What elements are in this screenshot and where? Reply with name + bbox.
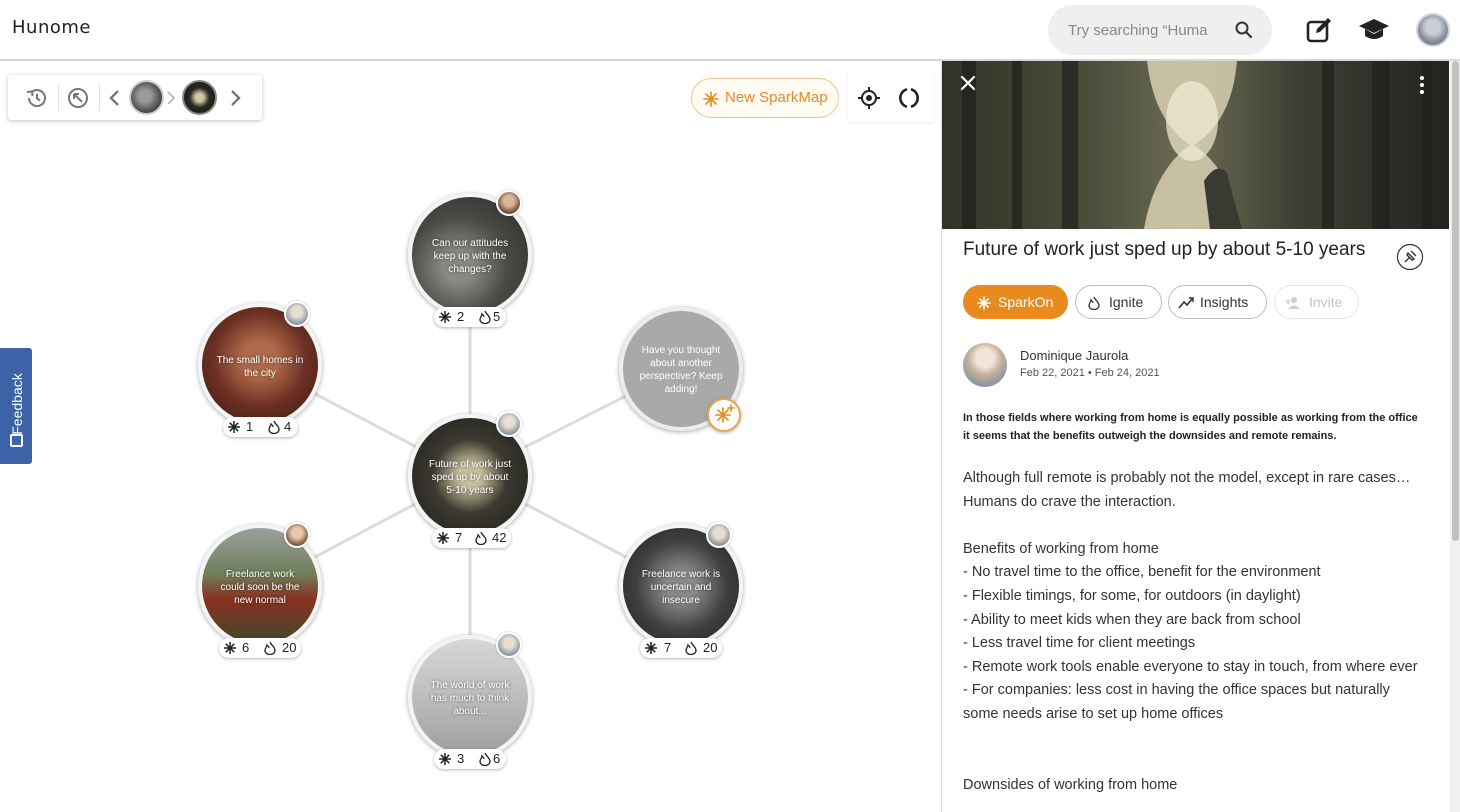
body-line: Benefits of working from home (963, 540, 1159, 557)
spark-hero-image (942, 61, 1449, 229)
hourglass-image (962, 61, 1432, 229)
ignite-icon (685, 641, 697, 655)
author-avatar[interactable] (496, 632, 522, 658)
author-name[interactable]: Dominique Jaurola (1020, 348, 1128, 363)
spark-count: 7 (455, 530, 463, 545)
body-line: Downsides of working from home (963, 776, 1178, 793)
sparkon-button[interactable]: SparkOn (963, 285, 1068, 319)
insights-button[interactable]: Insights (1168, 285, 1267, 319)
spark-node-stats: 7 42 (432, 528, 511, 548)
spark-node-title: Future of work just sped up by about 5-1… (428, 459, 512, 496)
author-avatar[interactable] (496, 190, 522, 216)
insights-label: Insights (1200, 294, 1249, 310)
edit-icon[interactable] (1303, 14, 1335, 46)
body-line (963, 727, 1425, 751)
add-person-icon (1285, 297, 1300, 309)
body-line: - For companies: less cost in having the… (963, 682, 1390, 722)
spark-count: 6 (242, 640, 250, 655)
author-avatar[interactable] (284, 522, 310, 548)
ignite-count: 5 (493, 309, 501, 324)
body-line (963, 514, 1425, 538)
spark-node-title: The world of work has much to think abou… (430, 680, 510, 717)
ignite-icon (475, 531, 487, 545)
spark-node-title: The small homes in the city (216, 355, 304, 379)
spark-node-stats: 6 20 (219, 638, 301, 658)
spark-icon (437, 532, 449, 544)
ignite-count: 4 (284, 419, 292, 434)
ignite-count: 20 (282, 640, 297, 655)
panel-scrollbar[interactable] (1450, 61, 1460, 812)
invite-label: Invite (1309, 294, 1343, 310)
search-input[interactable] (1068, 19, 1208, 41)
ignite-icon (264, 641, 276, 655)
ignite-icon (479, 310, 491, 324)
spark-count: 2 (457, 309, 465, 324)
post-dates: Feb 22, 2021 • Feb 24, 2021 (1020, 367, 1160, 379)
spark-node-stats: 2 5 (434, 307, 506, 327)
spark-node-stats: 3 6 (434, 749, 506, 769)
ignite-icon (1088, 296, 1100, 310)
pin-icon[interactable] (1396, 243, 1424, 271)
spark-node-title: Can our attitudes keep up with the chang… (431, 238, 509, 275)
spark-icon (228, 421, 240, 433)
graduation-cap-icon[interactable] (1358, 14, 1390, 46)
spark-icon (977, 296, 991, 310)
search-icon[interactable] (1234, 20, 1254, 40)
user-avatar[interactable] (1416, 13, 1450, 47)
spark-node-stats: 1 4 (223, 417, 298, 437)
ignite-button[interactable]: Ignite (1075, 285, 1162, 319)
spark-node-title: Freelance work is uncertain and insecure (641, 569, 721, 606)
spark-node-title: Have you thought about another perspecti… (639, 345, 723, 395)
spark-count: 3 (457, 751, 465, 766)
spark-icon (645, 642, 657, 654)
body-line: - Ability to meet kids when they are bac… (963, 611, 1301, 628)
spark-icon (439, 311, 451, 323)
spark-summary: In those fields where working from home … (963, 412, 1418, 442)
spark-count: 7 (664, 640, 672, 655)
invite-button[interactable]: Invite (1274, 285, 1359, 319)
spark-detail-panel: Future of work just sped up by about 5-1… (941, 61, 1460, 812)
ignite-icon (479, 752, 491, 766)
search-box[interactable] (1048, 5, 1272, 55)
author-avatar[interactable] (706, 522, 732, 548)
body-line: - No travel time to the office, benefit … (963, 564, 1321, 581)
body-line: - Flexible timings, for some, for outdoo… (963, 587, 1301, 604)
author-avatar[interactable] (963, 343, 1007, 387)
body-line: Although full remote is probably not the… (963, 470, 1411, 510)
body-line: - Less travel time for client meetings (963, 635, 1196, 652)
body-line: - Remote work tools enable everyone to s… (963, 658, 1418, 675)
ignite-label: Ignite (1109, 294, 1144, 310)
spark-title: Future of work just sped up by about 5-1… (963, 239, 1366, 260)
spark-icon (439, 753, 451, 765)
ignite-count: 20 (703, 640, 718, 655)
add-spark-button[interactable] (707, 398, 741, 432)
spark-node-title: Freelance work could soon be the new nor… (220, 569, 300, 606)
spark-body: Although full remote is probably not the… (963, 467, 1425, 797)
spark-icon (224, 642, 236, 654)
more-vertical-icon[interactable] (1418, 75, 1426, 95)
spark-node-stats: 7 20 (640, 638, 722, 658)
author-avatar[interactable] (496, 411, 522, 437)
body-line (963, 750, 1425, 774)
insights-icon (1178, 297, 1194, 309)
close-icon[interactable] (960, 75, 976, 91)
author-avatar[interactable] (284, 301, 310, 327)
ignite-count: 6 (493, 751, 501, 766)
ignite-count: 42 (492, 530, 507, 545)
spark-add-icon (715, 404, 735, 423)
sparkon-label: SparkOn (998, 294, 1054, 310)
ignite-icon (268, 420, 280, 434)
spark-count: 1 (246, 419, 254, 434)
scroll-thumb[interactable] (1452, 61, 1459, 541)
